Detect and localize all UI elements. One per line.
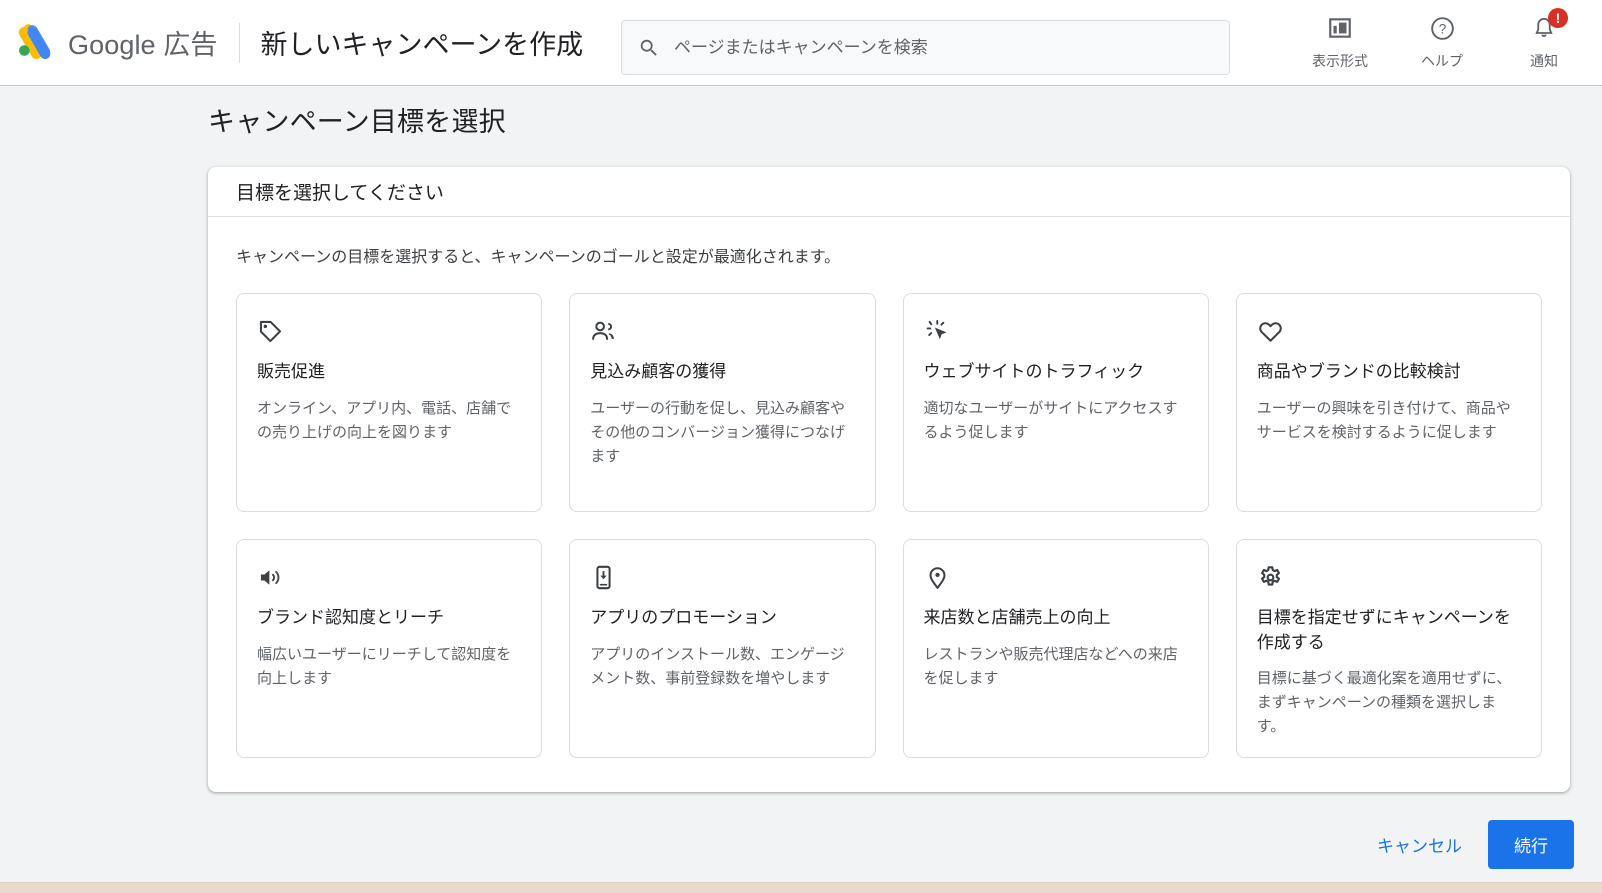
brand-area[interactable]: Google 広告 — [16, 0, 217, 85]
continue-button[interactable]: 続行 — [1488, 820, 1574, 869]
mobile-download-icon — [590, 562, 854, 592]
goal-description: アプリのインストール数、エンゲージメント数、事前登録数を増やします — [590, 645, 845, 687]
goal-title: 来店数と店舗売上の向上 — [923, 608, 1111, 627]
panel-description: キャンペーンの目標を選択すると、キャンペーンのゴールと設定が最適化されます。 — [236, 249, 841, 266]
goal-card-local-store-visits[interactable]: 来店数と店舗売上の向上 レストランや販売代理店などへの来店を促します — [902, 539, 1209, 759]
display-format-label: 表示形式 — [1312, 53, 1368, 69]
gear-settings-icon — [1257, 562, 1521, 592]
location-pin-icon — [924, 562, 1188, 592]
brand-text: Google 広告 — [68, 23, 217, 62]
goal-card-website-traffic[interactable]: ウェブサイトのトラフィック 適切なユーザーがサイトにアクセスするよう促します — [902, 293, 1209, 512]
header-divider — [239, 22, 241, 63]
page-context-title: 新しいキャンペーンを作成 — [260, 30, 584, 60]
price-tag-icon — [257, 316, 521, 346]
goal-title: 商品やブランドの比較検討 — [1256, 362, 1461, 381]
goal-description: ユーザーの行動を促し、見込み顧客やその他のコンバージョン獲得につなげます — [590, 399, 845, 465]
speaker-volume-icon — [257, 562, 521, 592]
heart-icon — [1257, 316, 1521, 346]
notifications-badge: ! — [1548, 8, 1568, 28]
goal-selection-panel: 目標を選択してください キャンペーンの目標を選択すると、キャンペーンのゴールと設… — [208, 167, 1570, 793]
brand-google-label: Google — [68, 30, 156, 60]
brand-ads-label: 広告 — [163, 30, 218, 60]
goal-card-brand-awareness-reach[interactable]: ブランド認知度とリーチ 幅広いユーザーにリーチして認知度を向上します — [236, 539, 543, 759]
notifications-label: 通知 — [1530, 53, 1558, 69]
help-button[interactable]: ? ヘルプ — [1406, 12, 1478, 71]
google-ads-logo-icon — [18, 23, 51, 59]
help-label: ヘルプ — [1421, 53, 1463, 69]
svg-text:?: ? — [1438, 21, 1446, 36]
goal-description: 幅広いユーザーにリーチして認知度を向上します — [257, 645, 512, 687]
top-header-bar: Google 広告 新しいキャンペーンを作成 表示形式 — [0, 0, 1602, 86]
footer-action-bar: キャンセル 続行 — [1359, 820, 1574, 869]
goal-description: 目標に基づく最適化案を適用せずに、まずキャンペーンの種類を選択します。 — [1256, 670, 1512, 736]
panel-header-title: 目標を選択してください — [208, 167, 1570, 217]
goal-title: 見込み顧客の獲得 — [590, 362, 727, 381]
top-action-group: 表示形式 ? ヘルプ ! 通知 — [1304, 8, 1580, 71]
goal-card-leads[interactable]: 見込み顧客の獲得 ユーザーの行動を促し、見込み顧客やその他のコンバージョン獲得に… — [569, 293, 876, 512]
bottom-strip — [0, 882, 1602, 893]
page-title: キャンペーン目標を選択 — [208, 107, 506, 137]
goal-description: オンライン、アプリ内、電話、店舗での売り上げの向上を図ります — [257, 399, 512, 441]
goal-description: レストランや販売代理店などへの来店を促します — [923, 645, 1178, 687]
goal-title: ブランド認知度とリーチ — [257, 608, 444, 627]
goal-title: 目標を指定せずにキャンペーンを作成する — [1256, 608, 1511, 652]
goal-card-sales[interactable]: 販売促進 オンライン、アプリ内、電話、店舗での売り上げの向上を図ります — [236, 293, 543, 512]
goal-card-no-goal[interactable]: 目標を指定せずにキャンペーンを作成する 目標に基づく最適化案を適用せずに、まずキ… — [1235, 539, 1542, 759]
goal-title: 販売促進 — [257, 362, 325, 381]
panel-body: キャンペーンの目標を選択すると、キャンペーンのゴールと設定が最適化されます。 販… — [208, 217, 1570, 792]
search-bar[interactable] — [621, 20, 1230, 75]
ad-click-cursor-icon — [924, 316, 1188, 346]
goal-card-grid: 販売促進 オンライン、アプリ内、電話、店舗での売り上げの向上を図ります 見込み顧… — [236, 293, 1542, 759]
display-format-button[interactable]: 表示形式 — [1304, 12, 1376, 71]
goal-description: 適切なユーザーがサイトにアクセスするよう促します — [923, 399, 1178, 441]
goal-card-product-brand-consideration[interactable]: 商品やブランドの比較検討 ユーザーの興味を引き付けて、商品やサービスを検討するよ… — [1235, 293, 1542, 512]
display-format-icon — [1327, 12, 1353, 44]
goal-description: ユーザーの興味を引き付けて、商品やサービスを検討するように促します — [1256, 399, 1511, 441]
cancel-button[interactable]: キャンセル — [1359, 822, 1480, 867]
search-input[interactable] — [674, 21, 1213, 74]
people-group-icon — [590, 316, 854, 346]
search-icon — [640, 39, 657, 56]
help-icon: ? — [1429, 12, 1456, 44]
notifications-button[interactable]: ! 通知 — [1508, 8, 1580, 71]
goal-title: アプリのプロモーション — [590, 608, 777, 627]
goal-card-app-promotion[interactable]: アプリのプロモーション アプリのインストール数、エンゲージメント数、事前登録数を… — [569, 539, 876, 759]
goal-title: ウェブサイトのトラフィック — [923, 362, 1145, 381]
